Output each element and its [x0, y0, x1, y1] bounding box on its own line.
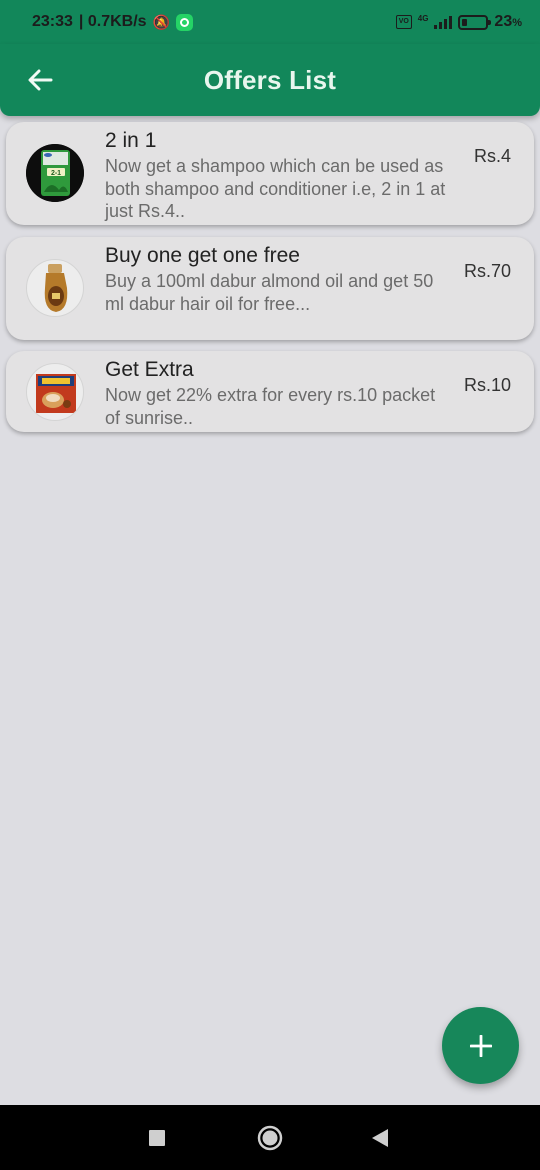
offer-title: Get Extra — [105, 358, 194, 381]
offer-title: Buy one get one free — [105, 244, 300, 267]
add-offer-button[interactable] — [442, 1007, 519, 1084]
battery-icon — [458, 14, 492, 30]
status-right: VO 4G 23% — [395, 13, 522, 31]
offer-card[interactable]: Get Extra Now get 22% extra for every rs… — [6, 351, 534, 432]
circle-icon — [257, 1125, 283, 1151]
offer-price: Rs.70 — [463, 261, 511, 281]
status-bar: 23:33 | 0.7KB/s 🔕 VO 4G 23% — [0, 0, 540, 44]
back-button[interactable] — [20, 60, 60, 100]
offer-title: 2 in 1 — [105, 129, 157, 152]
arrow-left-icon — [28, 69, 53, 91]
page-title: Offers List — [203, 64, 337, 95]
svg-text:2-1: 2-1 — [51, 170, 61, 177]
offer-price: Rs.10 — [463, 375, 511, 395]
signal-icon — [434, 15, 453, 29]
system-nav-bar — [0, 1105, 540, 1170]
nav-back-button[interactable] — [371, 1128, 389, 1148]
offer-description: Now get 22% extra for every rs.10 packet… — [105, 385, 436, 428]
offer-image — [26, 363, 84, 421]
square-icon — [149, 1130, 165, 1146]
plus-icon — [469, 1034, 492, 1057]
offer-card[interactable]: Buy one get one free Buy a 100ml dabur a… — [6, 237, 534, 340]
offer-description: Buy a 100ml dabur almond oil and get 50 … — [105, 271, 434, 314]
status-left: 23:33 | 0.7KB/s 🔕 — [32, 13, 193, 31]
volte-icon: VO — [395, 15, 412, 29]
offer-image: 2-1 — [26, 144, 84, 202]
bell-muted-icon: 🔕 — [152, 13, 170, 30]
whatsapp-icon — [175, 13, 193, 31]
status-time: 23:33 — [32, 13, 73, 30]
triangle-left-icon — [372, 1129, 388, 1147]
nav-home-button[interactable] — [257, 1125, 283, 1151]
offer-description: Now get a shampoo which can be used as b… — [105, 156, 446, 221]
nav-recent-button[interactable] — [148, 1129, 166, 1147]
battery-level: 23% — [494, 13, 522, 30]
network-speed: | 0.7KB/s — [78, 13, 147, 30]
app-bar: Offers List — [0, 44, 540, 116]
network-type: 4G — [417, 14, 429, 23]
offer-price: Rs.4 — [473, 146, 511, 166]
offer-card[interactable]: 2-1 2 in 1 Now get a shampoo which can b… — [6, 122, 534, 225]
offer-image — [26, 259, 84, 317]
